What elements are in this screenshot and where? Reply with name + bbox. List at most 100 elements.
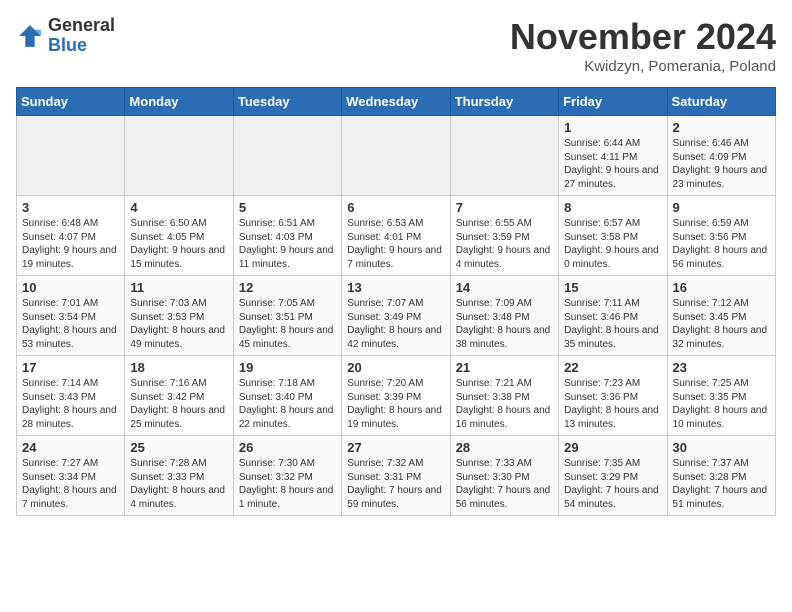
day-info: Sunrise: 6:57 AM Sunset: 3:58 PM Dayligh… [564,217,661,271]
logo-icon [16,22,44,50]
calendar-cell: 5Sunrise: 6:51 AM Sunset: 4:03 PM Daylig… [233,196,341,276]
calendar-cell: 4 Sunrise: 6:50 AM Sunset: 4:05 PM Daylig… [125,196,233,276]
calendar-cell: 30Sunrise: 7:37 AM Sunset: 3:28 PM Dayli… [667,436,775,516]
calendar-cell [233,116,341,196]
calendar-header-row: SundayMondayTuesdayWednesdayThursdayFrid… [17,88,776,116]
day-info: Sunrise: 6:44 AM Sunset: 4:11 PM Dayligh… [564,137,661,191]
day-info: Sunrise: 6:53 AM Sunset: 4:01 PM Dayligh… [347,217,444,271]
calendar-cell [450,116,558,196]
day-number: 4 [130,200,227,215]
calendar-week-row: 24 Sunrise: 7:27 AM Sunset: 3:34 PM Dayli… [17,436,776,516]
calendar-cell: 19 Sunrise: 7:18 AM Sunset: 3:40 PM Dayli… [233,356,341,436]
day-info: Sunrise: 7:09 AM Sunset: 3:48 PM Dayligh… [456,297,553,351]
logo: General Blue [16,16,115,56]
day-info: Sunrise: 7:32 AM Sunset: 3:31 PM Dayligh… [347,457,444,511]
day-info: Sunrise: 7:28 AM Sunset: 3:33 PM Dayligh… [130,457,227,511]
day-number: 27 [347,440,444,455]
calendar-week-row: 10Sunrise: 7:01 AM Sunset: 3:54 PM Dayli… [17,276,776,356]
calendar-header-thursday: Thursday [450,88,558,116]
day-info: Sunrise: 7:05 AM Sunset: 3:51 PM Dayligh… [239,297,336,351]
calendar-cell [125,116,233,196]
day-number: 28 [456,440,553,455]
day-info: Sunrise: 7:23 AM Sunset: 3:36 PM Dayligh… [564,377,661,431]
day-info: Sunrise: 7:33 AM Sunset: 3:30 PM Dayligh… [456,457,553,511]
day-info: Sunrise: 6:48 AM Sunset: 4:07 PM Dayligh… [22,217,119,271]
day-number: 30 [673,440,770,455]
day-info: Sunrise: 7:25 AM Sunset: 3:35 PM Dayligh… [673,377,770,431]
day-info: Sunrise: 7:18 AM Sunset: 3:40 PM Dayligh… [239,377,336,431]
logo-blue-text: Blue [48,36,115,56]
day-number: 29 [564,440,661,455]
day-info: Sunrise: 6:50 AM Sunset: 4:05 PM Dayligh… [130,217,227,271]
day-info: Sunrise: 6:59 AM Sunset: 3:56 PM Dayligh… [673,217,770,271]
calendar-cell: 20Sunrise: 7:20 AM Sunset: 3:39 PM Dayli… [342,356,450,436]
calendar-cell [342,116,450,196]
day-info: Sunrise: 7:16 AM Sunset: 3:42 PM Dayligh… [130,377,227,431]
day-number: 18 [130,360,227,375]
calendar-cell: 27 Sunrise: 7:32 AM Sunset: 3:31 PM Dayli… [342,436,450,516]
day-info: Sunrise: 7:21 AM Sunset: 3:38 PM Dayligh… [456,377,553,431]
day-number: 21 [456,360,553,375]
calendar-cell: 8 Sunrise: 6:57 AM Sunset: 3:58 PM Daylig… [559,196,667,276]
day-info: Sunrise: 7:11 AM Sunset: 3:46 PM Dayligh… [564,297,661,351]
day-number: 19 [239,360,336,375]
day-number: 3 [22,200,119,215]
day-number: 14 [456,280,553,295]
day-number: 13 [347,280,444,295]
day-number: 12 [239,280,336,295]
day-info: Sunrise: 7:20 AM Sunset: 3:39 PM Dayligh… [347,377,444,431]
calendar-cell: 15Sunrise: 7:11 AM Sunset: 3:46 PM Dayli… [559,276,667,356]
calendar-cell: 13 Sunrise: 7:07 AM Sunset: 3:49 PM Dayli… [342,276,450,356]
day-number: 22 [564,360,661,375]
day-number: 8 [564,200,661,215]
day-info: Sunrise: 7:12 AM Sunset: 3:45 PM Dayligh… [673,297,770,351]
calendar-cell: 14 Sunrise: 7:09 AM Sunset: 3:48 PM Dayli… [450,276,558,356]
calendar-cell: 23 Sunrise: 7:25 AM Sunset: 3:35 PM Dayli… [667,356,775,436]
calendar-cell: 12 Sunrise: 7:05 AM Sunset: 3:51 PM Dayli… [233,276,341,356]
day-info: Sunrise: 7:14 AM Sunset: 3:43 PM Dayligh… [22,377,119,431]
calendar-table: SundayMondayTuesdayWednesdayThursdayFrid… [16,87,776,516]
day-number: 6 [347,200,444,215]
calendar-cell: 7Sunrise: 6:55 AM Sunset: 3:59 PM Daylig… [450,196,558,276]
day-number: 1 [564,120,661,135]
day-number: 2 [673,120,770,135]
day-info: Sunrise: 6:55 AM Sunset: 3:59 PM Dayligh… [456,217,553,271]
calendar-cell: 24 Sunrise: 7:27 AM Sunset: 3:34 PM Dayli… [17,436,125,516]
day-info: Sunrise: 7:27 AM Sunset: 3:34 PM Dayligh… [22,457,119,511]
calendar-cell: 11Sunrise: 7:03 AM Sunset: 3:53 PM Dayli… [125,276,233,356]
calendar-cell: 18 Sunrise: 7:16 AM Sunset: 3:42 PM Dayli… [125,356,233,436]
logo-general-text: General [48,16,115,36]
calendar-header-tuesday: Tuesday [233,88,341,116]
calendar-week-row: 1 Sunrise: 6:44 AM Sunset: 4:11 PM Daylig… [17,116,776,196]
calendar-week-row: 17Sunrise: 7:14 AM Sunset: 3:43 PM Dayli… [17,356,776,436]
calendar-header-sunday: Sunday [17,88,125,116]
day-number: 26 [239,440,336,455]
calendar-cell: 10Sunrise: 7:01 AM Sunset: 3:54 PM Dayli… [17,276,125,356]
day-number: 11 [130,280,227,295]
day-number: 23 [673,360,770,375]
calendar-cell: 3 Sunrise: 6:48 AM Sunset: 4:07 PM Daylig… [17,196,125,276]
calendar-cell: 16 Sunrise: 7:12 AM Sunset: 3:45 PM Dayli… [667,276,775,356]
calendar-cell: 26Sunrise: 7:30 AM Sunset: 3:32 PM Dayli… [233,436,341,516]
calendar-week-row: 3 Sunrise: 6:48 AM Sunset: 4:07 PM Daylig… [17,196,776,276]
calendar-header-wednesday: Wednesday [342,88,450,116]
calendar-header-saturday: Saturday [667,88,775,116]
calendar-cell: 29 Sunrise: 7:35 AM Sunset: 3:29 PM Dayli… [559,436,667,516]
day-info: Sunrise: 7:35 AM Sunset: 3:29 PM Dayligh… [564,457,661,511]
calendar-cell: 22 Sunrise: 7:23 AM Sunset: 3:36 PM Dayli… [559,356,667,436]
calendar-cell: 1 Sunrise: 6:44 AM Sunset: 4:11 PM Daylig… [559,116,667,196]
month-title: November 2024 [510,16,776,58]
calendar-cell: 28 Sunrise: 7:33 AM Sunset: 3:30 PM Dayli… [450,436,558,516]
calendar-cell: 25 Sunrise: 7:28 AM Sunset: 3:33 PM Dayli… [125,436,233,516]
day-number: 9 [673,200,770,215]
day-info: Sunrise: 6:51 AM Sunset: 4:03 PM Dayligh… [239,217,336,271]
calendar-cell: 17Sunrise: 7:14 AM Sunset: 3:43 PM Dayli… [17,356,125,436]
day-number: 25 [130,440,227,455]
day-number: 24 [22,440,119,455]
day-number: 16 [673,280,770,295]
calendar-cell: 2Sunrise: 6:46 AM Sunset: 4:09 PM Daylig… [667,116,775,196]
day-info: Sunrise: 7:07 AM Sunset: 3:49 PM Dayligh… [347,297,444,351]
calendar-cell: 6 Sunrise: 6:53 AM Sunset: 4:01 PM Daylig… [342,196,450,276]
calendar-cell [17,116,125,196]
calendar-header-friday: Friday [559,88,667,116]
